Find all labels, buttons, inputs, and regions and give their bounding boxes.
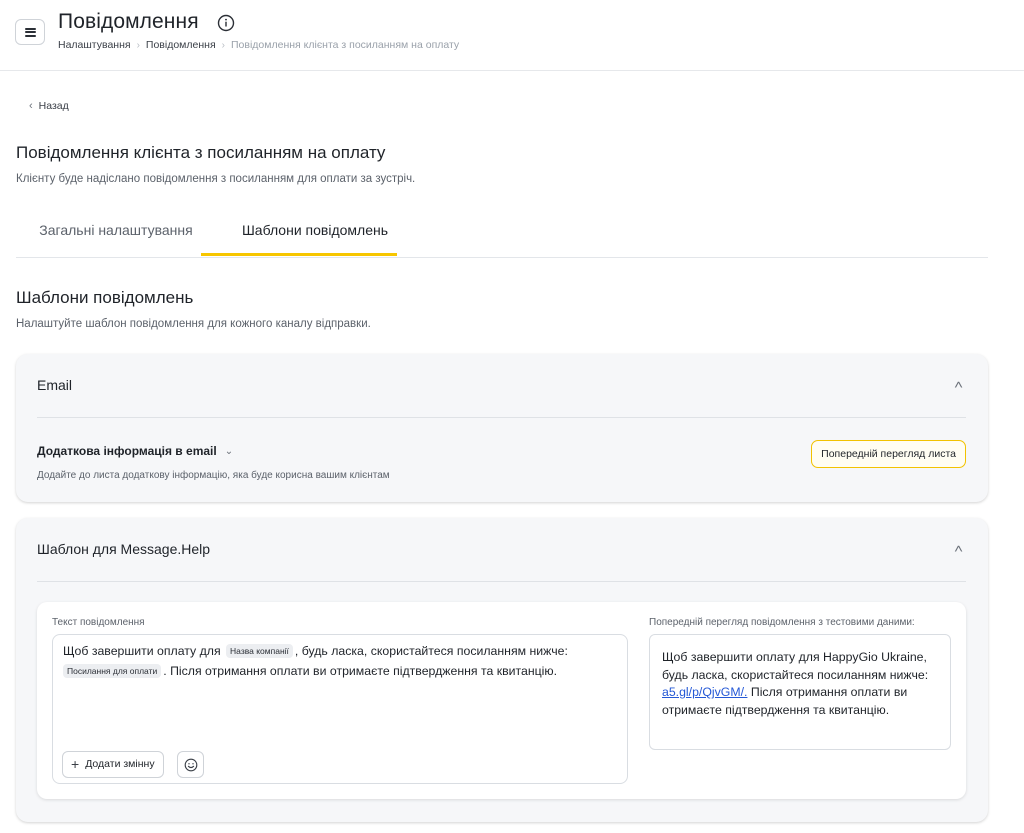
breadcrumb-current: Повідомлення клієнта з посиланням на опл… bbox=[231, 39, 460, 51]
message-text-part: , будь ласка, скористайтеся посиланням н… bbox=[294, 644, 568, 658]
page-header: Повідомлення Налаштування › Повідомлення… bbox=[0, 0, 1024, 71]
email-card-title: Email bbox=[37, 377, 73, 393]
section-description: Клієнту буде надіслано повідомлення з по… bbox=[16, 173, 416, 185]
templates-title: Шаблони повідомлень bbox=[16, 288, 194, 307]
message-help-card-title: Шаблон для Message.Help bbox=[37, 541, 211, 557]
emoji-icon bbox=[184, 758, 197, 771]
menu-button[interactable] bbox=[15, 19, 45, 45]
breadcrumb-notifications[interactable]: Повідомлення bbox=[146, 39, 216, 51]
email-extra-info-description: Додайте до листа додаткову інформацію, я… bbox=[37, 470, 390, 481]
chevron-up-icon[interactable]: ˄ bbox=[954, 378, 963, 392]
message-preview-text: Щоб завершити оплату для HappyGio Ukrain… bbox=[662, 649, 942, 719]
info-icon[interactable] bbox=[217, 14, 235, 32]
back-label: Назад bbox=[38, 100, 69, 112]
chevron-down-icon: ⌄ bbox=[224, 445, 234, 457]
message-text-part: . Після отримання оплати ви отримаєте пі… bbox=[163, 664, 558, 678]
variable-chip-payment-link[interactable]: Посилання для оплати bbox=[63, 664, 162, 678]
breadcrumb-settings[interactable]: Налаштування bbox=[58, 39, 131, 51]
preview-email-button[interactable]: Попередній перегляд листа bbox=[811, 440, 966, 468]
tab-general-settings[interactable]: Загальні налаштування bbox=[16, 212, 216, 258]
message-text-part: Щоб завершити оплату для bbox=[63, 644, 221, 658]
tabs: Загальні налаштування Шаблони повідомлен… bbox=[16, 212, 988, 258]
message-preview-box: Щоб завершити оплату для HappyGio Ukrain… bbox=[649, 634, 951, 750]
preview-label: Попередній перегляд повідомлення з тесто… bbox=[649, 617, 915, 628]
message-text-editor[interactable]: Щоб завершити оплату для Назва компанії,… bbox=[52, 634, 628, 784]
message-text-label: Текст повідомлення bbox=[52, 617, 145, 628]
plus-icon: + bbox=[71, 756, 80, 772]
add-variable-button[interactable]: + Додати змінну bbox=[62, 751, 164, 778]
section-title: Повідомлення клієнта з посиланням на опл… bbox=[16, 143, 386, 162]
active-tab-indicator bbox=[201, 253, 397, 256]
breadcrumb-separator-icon: › bbox=[221, 39, 225, 51]
chevron-left-icon: ‹ bbox=[29, 100, 33, 112]
add-variable-label: Додати змінну bbox=[85, 758, 155, 770]
breadcrumb: Налаштування › Повідомлення › Повідомлен… bbox=[58, 39, 459, 51]
templates-description: Налаштуйте шаблон повідомлення для кожно… bbox=[16, 318, 371, 330]
email-extra-info-title: Додаткова інформація в email bbox=[37, 444, 217, 458]
page-title: Повідомлення bbox=[58, 10, 199, 33]
message-help-card: Шаблон для Message.Help ˄ Текст повідомл… bbox=[16, 518, 988, 822]
emoji-button[interactable] bbox=[177, 751, 204, 778]
email-card: Email ˄ Додаткова інформація в email ⌄ Д… bbox=[16, 354, 988, 502]
email-card-divider bbox=[37, 417, 966, 418]
message-template-panel: Текст повідомлення Щоб завершити оплату … bbox=[37, 602, 966, 799]
breadcrumb-separator-icon: › bbox=[136, 39, 140, 51]
preview-payment-link[interactable]: a5.gl/p/QjvGM/. bbox=[662, 685, 747, 699]
menu-icon bbox=[24, 27, 36, 37]
message-help-card-divider bbox=[37, 581, 966, 582]
variable-chip-company-name[interactable]: Назва компанії bbox=[226, 644, 293, 658]
message-text-content[interactable]: Щоб завершити оплату для Назва компанії,… bbox=[63, 641, 623, 681]
tab-message-templates[interactable]: Шаблони повідомлень bbox=[217, 212, 413, 258]
preview-text-before: Щоб завершити оплату для HappyGio Ukrain… bbox=[662, 650, 929, 682]
email-extra-info-toggle[interactable]: Додаткова інформація в email ⌄ bbox=[37, 444, 233, 458]
chevron-up-icon[interactable]: ˄ bbox=[954, 542, 963, 556]
back-link[interactable]: ‹ Назад bbox=[29, 100, 69, 112]
